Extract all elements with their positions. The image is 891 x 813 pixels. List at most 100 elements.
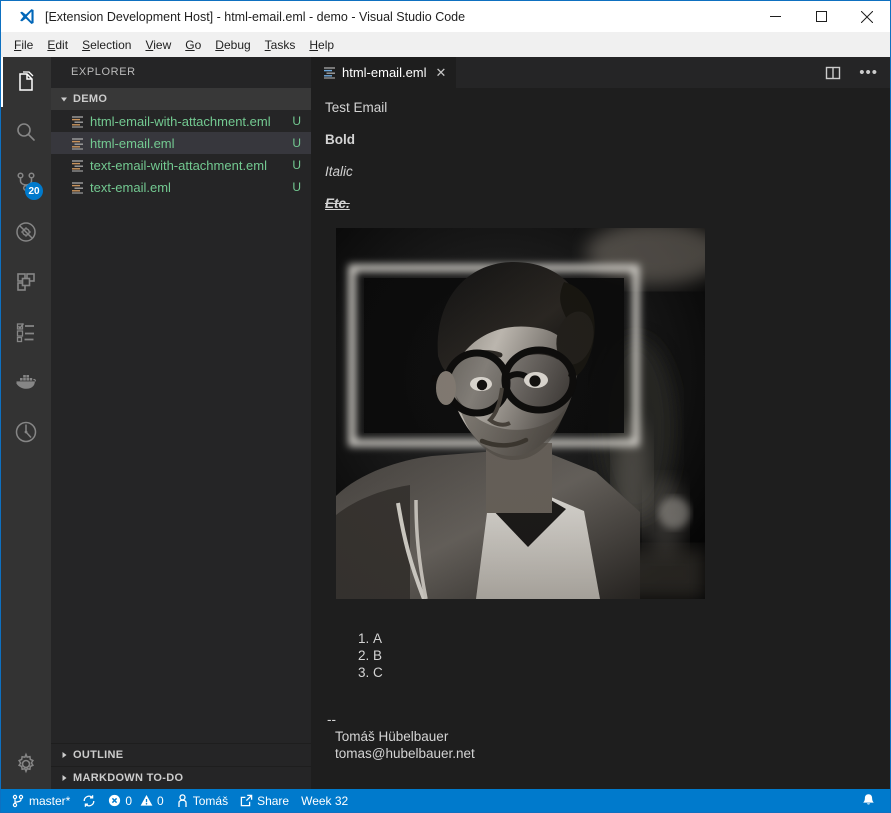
editor-tabs: html-email.eml ✕ ••• [311, 57, 890, 88]
tab-html-email[interactable]: html-email.eml ✕ [311, 57, 458, 88]
activity-bar: 20 [1, 57, 51, 789]
activity-debug[interactable] [1, 207, 51, 257]
file-name: text-email-with-attachment.eml [90, 157, 267, 173]
git-branch-icon [12, 794, 24, 807]
menu-bar: File Edit Selection View Go Debug Tasks … [1, 32, 890, 57]
activity-extensions[interactable] [1, 257, 51, 307]
activity-search[interactable] [1, 107, 51, 157]
menu-tasks[interactable]: Tasks [258, 35, 303, 55]
tab-close-icon[interactable]: ✕ [436, 66, 447, 79]
debug-icon [16, 222, 36, 242]
maximize-button[interactable] [798, 1, 844, 32]
list-item: B [373, 647, 890, 664]
signature-name: Tomáš Hübelbauer [335, 729, 449, 744]
menu-go[interactable]: Go [178, 35, 208, 55]
vscode-logo-icon [1, 8, 43, 25]
chevron-down-icon [59, 94, 69, 104]
chevron-right-icon [59, 773, 69, 783]
status-share-label: Share [257, 793, 290, 808]
signature-separator: -- [327, 712, 336, 727]
status-problems[interactable]: 0 0 [102, 789, 169, 812]
share-icon [240, 794, 253, 807]
menu-help[interactable]: Help [302, 35, 341, 55]
chevron-right-icon [59, 750, 69, 760]
file-row-text-email[interactable]: text-email.eml U [51, 176, 311, 198]
file-status: U [292, 114, 301, 128]
file-row-text-email-with-attachment[interactable]: text-email-with-attachment.eml U [51, 154, 311, 176]
activity-todo[interactable] [1, 307, 51, 357]
window-title: [Extension Development Host] - html-emai… [45, 9, 466, 24]
status-branch-label: master* [29, 793, 71, 808]
status-branch[interactable]: master* [5, 789, 76, 812]
eml-file-icon [323, 66, 336, 79]
sidebar-section-label: OUTLINE [73, 749, 124, 761]
email-italic-text: Italic [325, 164, 353, 179]
folder-header-demo[interactable]: DEMO [51, 88, 311, 110]
list-item: A [373, 630, 890, 647]
eml-file-icon [71, 159, 84, 172]
tabs-spacer [457, 57, 826, 88]
file-status: U [292, 136, 301, 150]
file-row-html-email-with-attachment[interactable]: html-email-with-attachment.eml U [51, 110, 311, 132]
status-bar-left: master* 0 0 Tomáš Share Week 32 [1, 789, 354, 812]
email-subject: Test Email [325, 100, 388, 115]
checklist-icon [16, 323, 34, 343]
status-account[interactable]: Tomáš [170, 789, 234, 812]
tab-label: html-email.eml [342, 65, 427, 80]
bell-icon [863, 794, 874, 805]
file-row-html-email[interactable]: html-email.eml U [51, 132, 311, 154]
activity-settings[interactable] [1, 739, 51, 789]
eml-file-icon [71, 137, 84, 150]
file-list: html-email-with-attachment.eml U html-em… [51, 110, 311, 743]
sidebar-section-label: MARKDOWN TO-DO [73, 772, 184, 784]
search-icon [17, 123, 35, 141]
git-graph-icon [15, 421, 37, 443]
status-notifications-button[interactable] [855, 789, 882, 812]
status-week[interactable]: Week 32 [295, 789, 354, 812]
menu-edit[interactable]: Edit [40, 35, 75, 55]
sidebar-section-markdown-todo[interactable]: MARKDOWN TO-DO [51, 766, 311, 789]
more-actions-button[interactable]: ••• [859, 65, 878, 80]
activity-source-control[interactable]: 20 [1, 157, 51, 207]
activity-docker[interactable] [1, 357, 51, 407]
title-bar: [Extension Development Host] - html-emai… [1, 1, 890, 32]
sidebar-title: EXPLORER [71, 66, 136, 78]
status-sync-button[interactable] [76, 789, 102, 812]
extensions-icon [17, 273, 35, 291]
account-icon [178, 793, 187, 807]
file-status: U [292, 180, 301, 194]
status-week-label: Week 32 [301, 793, 349, 808]
signature-email: tomas@hubelbauer.net [335, 746, 475, 761]
eml-file-icon [71, 115, 84, 128]
split-editor-button[interactable] [825, 65, 841, 81]
docker-icon [16, 375, 37, 389]
email-bold-text: Bold [325, 132, 355, 147]
menu-selection[interactable]: Selection [75, 35, 138, 55]
activity-git-graph[interactable] [1, 407, 51, 457]
email-ordered-list: A B C [325, 630, 890, 681]
sidebar: EXPLORER DEMO html-email-with-attachment… [51, 57, 311, 789]
email-body: Test Email Bold Italic Etc. 1. A 2. B 3.… [325, 100, 890, 762]
window-controls [752, 1, 890, 32]
eml-file-icon [71, 181, 84, 194]
email-etc-text: Etc. [325, 196, 350, 211]
activity-explorer[interactable] [1, 57, 51, 107]
source-control-badge: 20 [25, 182, 43, 200]
folder-label: DEMO [73, 93, 108, 105]
vscode-window: [Extension Development Host] - html-emai… [0, 0, 891, 813]
editor-actions: ••• [825, 57, 890, 88]
minimize-button[interactable] [752, 1, 798, 32]
editor-area: html-email.eml ✕ ••• Test Email Bold Ita… [311, 57, 890, 789]
email-preview: Test Email Bold Italic Etc. 1. A 2. B 3.… [311, 88, 890, 789]
status-share-button[interactable]: Share [234, 789, 295, 812]
menu-view[interactable]: View [138, 35, 178, 55]
status-bar: master* 0 0 Tomáš Share Week 32 [1, 789, 890, 812]
error-icon [109, 794, 121, 807]
sync-icon [83, 794, 95, 807]
menu-debug[interactable]: Debug [208, 35, 257, 55]
email-portrait-image [336, 228, 705, 599]
split-editor-icon [826, 66, 841, 79]
close-button[interactable] [844, 1, 890, 32]
sidebar-section-outline[interactable]: OUTLINE [51, 743, 311, 766]
menu-file[interactable]: File [7, 35, 40, 55]
